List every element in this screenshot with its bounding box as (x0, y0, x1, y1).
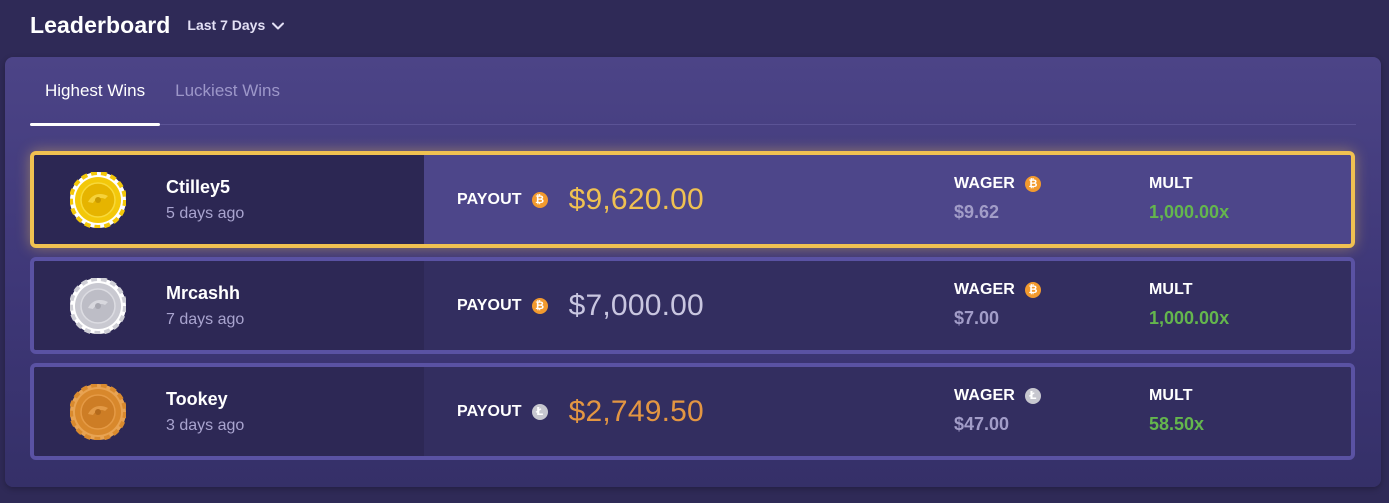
player-name[interactable]: Tookey (166, 389, 244, 410)
wager-group: WAGER ₿ $9.62 (954, 175, 1041, 223)
bitcoin-icon: ₿ (1024, 281, 1041, 298)
bitcoin-icon: ₿ (531, 297, 548, 314)
mult-value: 1,000.00x (1149, 202, 1230, 222)
tab-bar: Highest Wins Luckiest Wins (30, 57, 1356, 126)
tab-luckiest-wins[interactable]: Luckiest Wins (160, 57, 295, 125)
payout-group: PAYOUT Ł $2,749.50 (457, 367, 704, 456)
stats-cell: PAYOUT ₿ $9,620.00 WAGER ₿ $9.62 MULT 1,0… (424, 155, 1351, 244)
mult-value: 1,000.00x (1149, 308, 1230, 328)
payout-label: PAYOUT (457, 190, 522, 208)
wager-label: WAGER (954, 175, 1015, 192)
wager-group: WAGER Ł $47.00 (954, 387, 1041, 435)
bitcoin-icon: ₿ (1024, 175, 1041, 192)
player-cell: Mrcashh 7 days ago (34, 261, 424, 350)
time-ago: 7 days ago (166, 310, 245, 328)
player-cell: Tookey 3 days ago (34, 367, 424, 456)
mult-value: 58.50x (1149, 414, 1205, 434)
payout-amount: $9,620.00 (568, 182, 704, 216)
time-ago: 3 days ago (166, 416, 245, 434)
gold-medal-icon (70, 171, 126, 228)
player-cell: Ctilley5 5 days ago (34, 155, 424, 244)
payout-group: PAYOUT ₿ $7,000.00 (457, 261, 704, 350)
wager-value: $9.62 (954, 202, 1000, 222)
wager-value: $47.00 (954, 414, 1010, 434)
tab-highest-wins[interactable]: Highest Wins (30, 57, 161, 126)
leaderboard-header: Leaderboard Last 7 Days (30, 8, 285, 42)
wager-group: WAGER ₿ $7.00 (954, 281, 1041, 329)
wager-label: WAGER (954, 281, 1015, 298)
page-title: Leaderboard (30, 11, 171, 38)
mult-label: MULT (1149, 281, 1193, 298)
bronze-medal-icon (70, 383, 126, 440)
mult-label: MULT (1149, 387, 1193, 404)
leaderboard-row-1[interactable]: Ctilley5 5 days ago PAYOUT ₿ $9,620.00 W… (30, 151, 1355, 248)
time-ago: 5 days ago (166, 204, 245, 222)
leaderboard-row-2[interactable]: Mrcashh 7 days ago PAYOUT ₿ $7,000.00 WA… (30, 257, 1355, 354)
stats-cell: PAYOUT ₿ $7,000.00 WAGER ₿ $7.00 MULT 1,0… (424, 261, 1351, 350)
wager-value: $7.00 (954, 308, 1000, 328)
payout-amount: $2,749.50 (568, 394, 704, 428)
mult-group: MULT 1,000.00x (1149, 281, 1229, 329)
payout-group: PAYOUT ₿ $9,620.00 (457, 155, 704, 244)
litecoin-icon: Ł (1024, 387, 1041, 404)
chevron-down-icon (272, 22, 285, 29)
time-range-label: Last 7 Days (187, 17, 266, 33)
leaderboard-row-3[interactable]: Tookey 3 days ago PAYOUT Ł $2,749.50 WAG… (30, 363, 1355, 460)
player-name[interactable]: Mrcashh (166, 283, 244, 304)
mult-label: MULT (1149, 175, 1193, 192)
silver-medal-icon (70, 277, 126, 334)
payout-label: PAYOUT (457, 402, 522, 420)
leaderboard-panel: Highest Wins Luckiest Wins Ctilley5 5 da… (5, 57, 1381, 487)
time-range-dropdown[interactable]: Last 7 Days (187, 17, 285, 33)
player-name[interactable]: Ctilley5 (166, 177, 244, 198)
mult-group: MULT 1,000.00x (1149, 175, 1229, 223)
litecoin-icon: Ł (531, 403, 548, 420)
mult-group: MULT 58.50x (1149, 387, 1204, 435)
payout-label: PAYOUT (457, 296, 522, 314)
stats-cell: PAYOUT Ł $2,749.50 WAGER Ł $47.00 MULT 58… (424, 367, 1351, 456)
payout-amount: $7,000.00 (568, 288, 704, 322)
wager-label: WAGER (954, 387, 1015, 404)
bitcoin-icon: ₿ (531, 191, 548, 208)
